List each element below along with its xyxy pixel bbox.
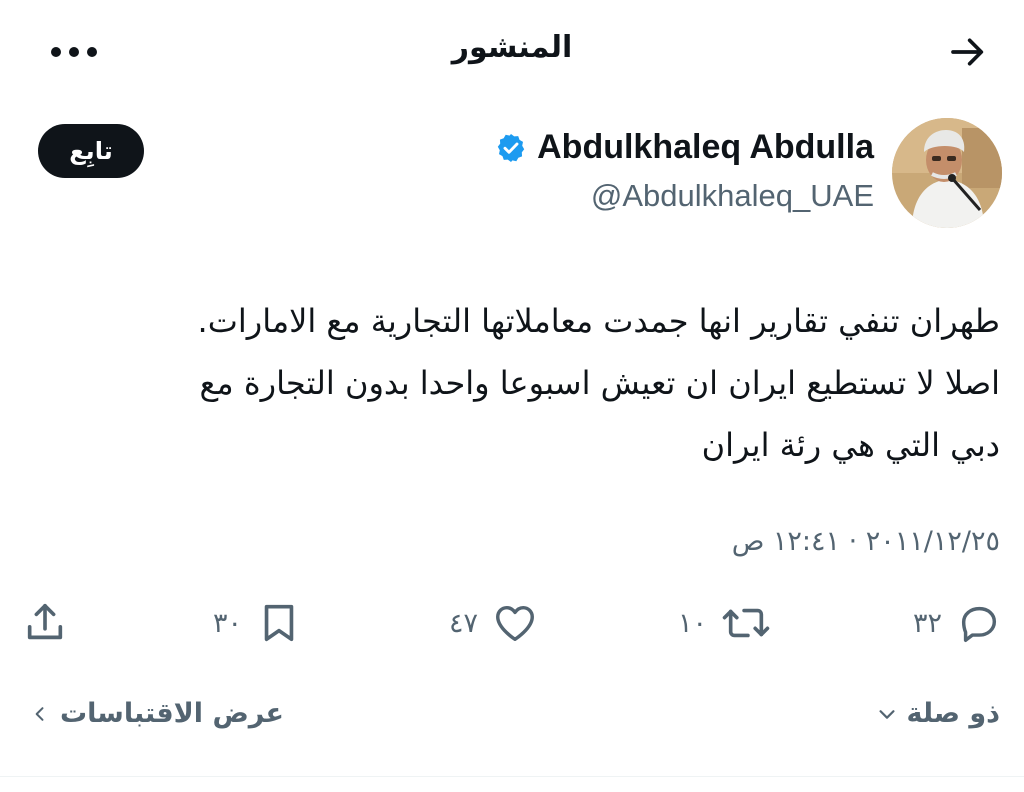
reply-icon [961,606,997,642]
bookmark-icon [264,604,294,642]
verified-badge-icon [495,132,527,164]
share-button[interactable] [22,595,68,651]
related-label: ذو صلة [906,698,1000,729]
tweet-text-line: طهران تنفي تقارير انها جمدت معاملاتها ال… [197,302,1000,340]
chevron-left-icon [35,706,44,721]
like-count: ٤٧ [448,607,478,639]
tweet-timestamp[interactable]: ٢٠١١/١٢/٢٥ · ١٢:٤١ ص [732,526,1000,557]
retweet-button[interactable]: ١٠ [678,595,771,651]
bookmark-button[interactable]: ٣٠ [213,595,302,651]
tweet-text-line: دبي التي هي رئة ايران [701,426,1000,464]
tweet-detail-page: المنشور Abdulkhaleq Abdulla @Abdulkhaleq… [0,0,1024,792]
reply-count: ٣٢ [912,607,942,639]
tweet-text-line: اصلا لا تستطيع ايران ان تعيش اسبوعا واحد… [199,364,1001,402]
profile-photo [892,118,1002,228]
tweet-footer: ذو صلة عرض الاقتباسات [0,698,1024,748]
heart-icon [496,605,534,642]
related-dropdown[interactable]: ذو صلة [876,698,1000,729]
like-button[interactable]: ٤٧ [449,595,538,651]
more-options-button[interactable] [44,30,104,74]
reply-button[interactable]: ٣٢ [913,595,1002,651]
display-name[interactable]: Abdulkhaleq Abdulla [537,128,874,167]
chevron-down-icon [879,709,895,719]
bookmark-count: ٣٠ [212,607,242,639]
action-bar: ٣٢ ١٠ ٤٧ ٣٠ [0,595,1024,655]
follow-button[interactable]: تابِع [38,124,144,178]
more-horizontal-icon [51,47,97,57]
view-quotes-link[interactable]: عرض الاقتباسات [30,698,284,729]
author-name-row[interactable]: Abdulkhaleq Abdulla [495,128,874,167]
page-title: المنشور [451,30,573,65]
divider [0,776,1024,777]
top-bar: المنشور [0,0,1024,100]
avatar[interactable] [892,118,1002,228]
share-icon [27,603,63,640]
retweet-icon [722,608,770,638]
user-handle[interactable]: @Abdulkhaleq_UAE [591,178,874,214]
view-quotes-label: عرض الاقتباسات [60,698,285,729]
tweet-text: طهران تنفي تقارير انها جمدت معاملاتها ال… [40,290,1000,476]
retweet-count: ١٠ [677,607,707,639]
